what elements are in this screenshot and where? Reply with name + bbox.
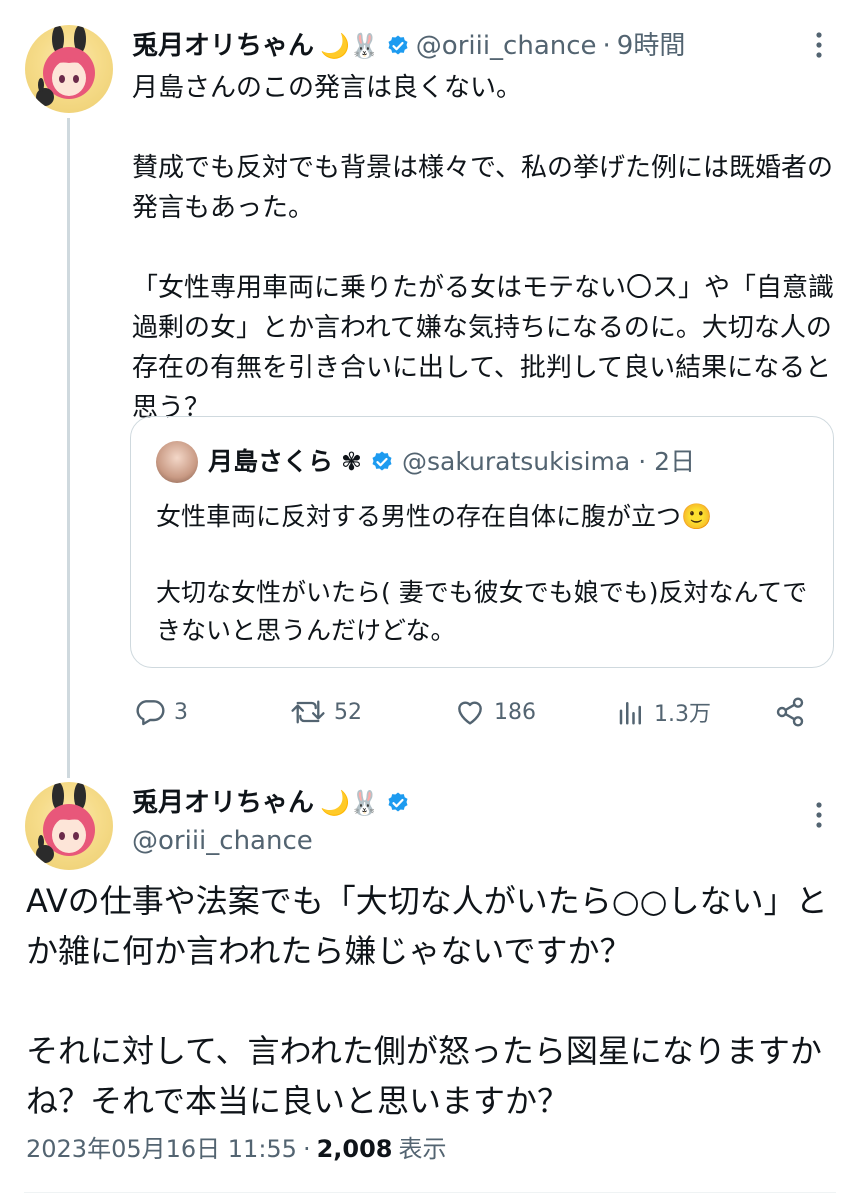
tweet-header: 兎月オリちゃん 🌙🐰 xyxy=(132,786,410,820)
thread-connector-line xyxy=(67,118,70,778)
author-handle[interactable]: @oriii_chance xyxy=(132,824,313,858)
retweet-count: 52 xyxy=(334,699,362,725)
reply-bubble-icon xyxy=(136,700,165,726)
views-count: 1.3万 xyxy=(654,702,711,727)
reply-button[interactable]: 3 xyxy=(134,696,188,728)
heart-icon xyxy=(458,701,482,725)
author-name[interactable]: 兎月オリちゃん xyxy=(132,29,314,63)
tweet-meta: 2023年05月16日 11:55 · 2,008 表示 xyxy=(26,1133,447,1165)
reply-count: 3 xyxy=(174,699,188,725)
header-separator: · xyxy=(602,31,611,61)
more-horizontal-icon[interactable] xyxy=(808,28,830,66)
tweet-timestamp[interactable]: 2023年05月16日 11:55 xyxy=(26,1133,297,1165)
author-avatar[interactable] xyxy=(25,25,113,113)
views-label: 表示 xyxy=(398,1135,447,1163)
meta-separator: · xyxy=(302,1135,311,1163)
verified-badge-icon xyxy=(388,792,408,812)
like-button[interactable]: 186 xyxy=(454,696,536,728)
tweet-text: 月島さんのこの発言は良くない。 賛成でも反対でも背景は様々で、私の挙げた例には既… xyxy=(132,73,835,423)
quoted-author-emoji: ✾ xyxy=(341,447,362,476)
verified-badge-icon xyxy=(372,451,392,471)
quoted-author-name: 月島さくら xyxy=(208,447,334,476)
more-horizontal-icon[interactable] xyxy=(808,798,830,836)
views-button[interactable]: 1.3万 xyxy=(616,696,711,728)
author-avatar[interactable] xyxy=(25,782,113,870)
author-emojis: 🌙🐰 xyxy=(320,789,380,817)
author-handle[interactable]: @oriii_chance xyxy=(416,29,597,63)
views-count: 2,008 xyxy=(316,1135,393,1163)
author-emojis: 🌙🐰 xyxy=(320,32,380,60)
like-count: 186 xyxy=(494,699,536,725)
bar-chart-icon xyxy=(619,702,641,725)
tweet-time[interactable]: 9時間 xyxy=(617,29,686,63)
share-button[interactable] xyxy=(774,696,806,732)
main-tweet-text: AVの仕事や法案でも「大切な人がいたら○○しない」とか雑に何か言われたら嫌じゃな… xyxy=(26,882,828,1120)
quoted-header-separator: · xyxy=(638,447,647,476)
tweet-header: 兎月オリちゃん 🌙🐰 @oriii_chance · 9時間 xyxy=(132,29,685,63)
verified-badge-icon xyxy=(388,35,408,55)
retweet-icon xyxy=(291,700,325,724)
share-icon xyxy=(776,697,804,727)
retweet-button[interactable]: 52 xyxy=(290,696,362,728)
author-name[interactable]: 兎月オリちゃん xyxy=(132,786,314,820)
quoted-author-handle: @sakuratsukisima xyxy=(401,447,631,476)
quoted-tweet-time: 2日 xyxy=(654,447,696,476)
quoted-tweet-header: 月島さくら ✾ @sakuratsukisima · 2日 xyxy=(208,445,695,479)
quoted-author-avatar xyxy=(156,441,198,483)
divider xyxy=(24,1192,836,1193)
quoted-tweet-text: 女性車両に反対する男性の存在自体に腹が立つ🙂 大切な女性がいたら( 妻でも彼女で… xyxy=(156,502,808,645)
